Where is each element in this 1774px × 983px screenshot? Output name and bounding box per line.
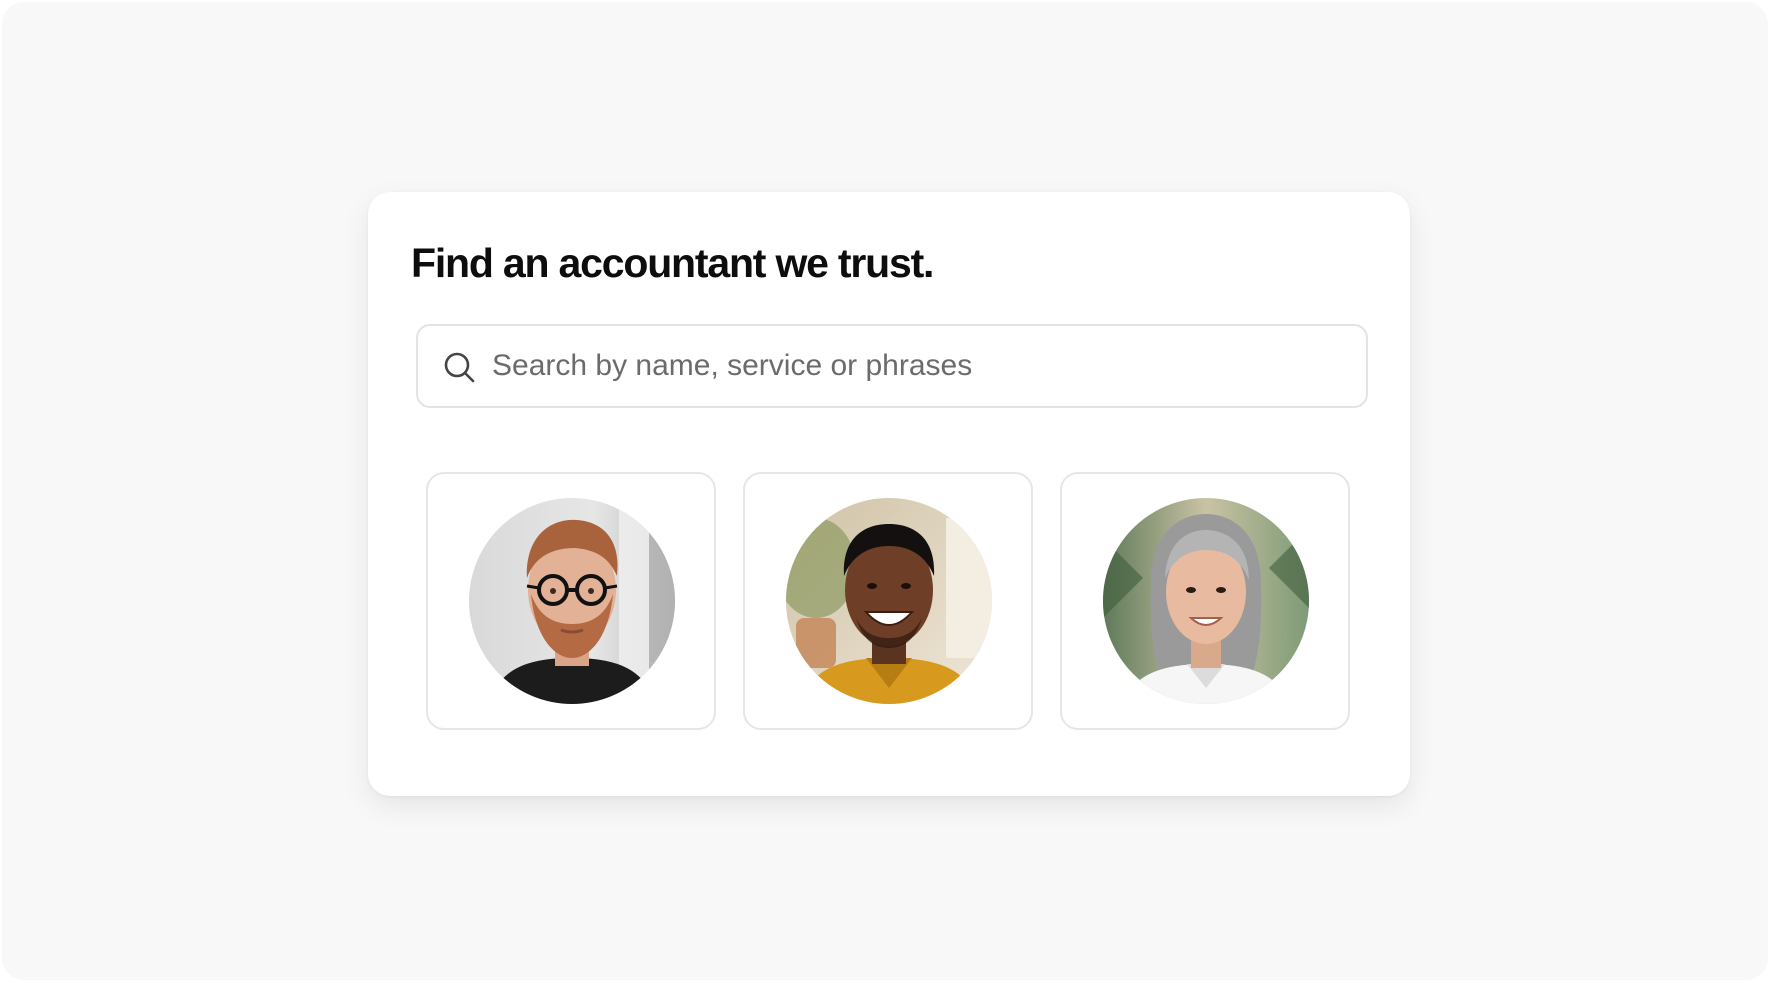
accountant-card[interactable] [743,472,1033,730]
search-box[interactable] [416,324,1368,408]
man-with-glasses-avatar [469,498,675,704]
search-input[interactable] [492,336,1352,396]
search-card: Find an accountant we trust. [368,192,1410,796]
page-background: Find an accountant we trust. [2,2,1768,980]
accountant-card[interactable] [1060,472,1350,730]
search-icon [440,348,480,388]
accountant-list [426,472,1350,730]
accountant-card[interactable] [426,472,716,730]
gray-haired-woman-avatar [1103,498,1309,704]
page-title: Find an accountant we trust. [411,240,934,286]
smiling-man-avatar [786,498,992,704]
